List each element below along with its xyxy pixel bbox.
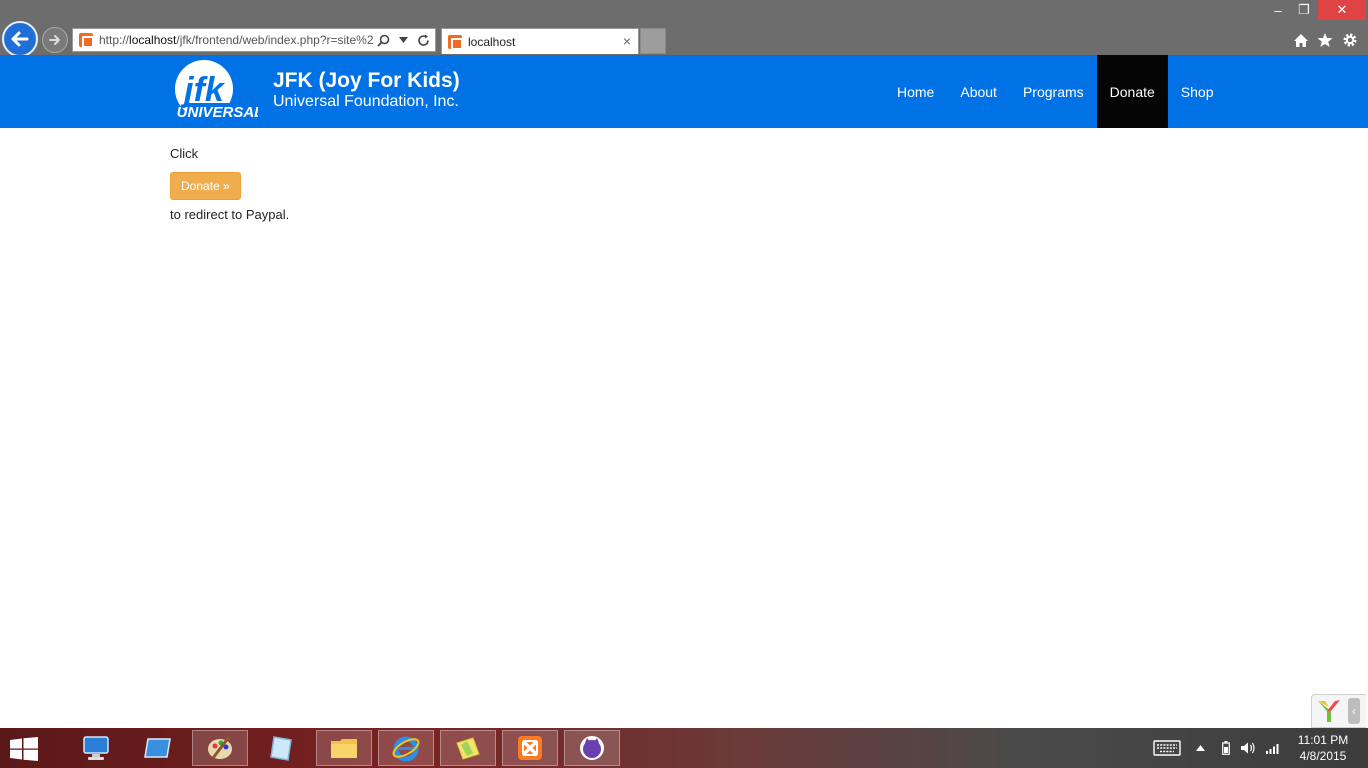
new-tab-button[interactable] (640, 28, 666, 54)
taskbar-remote-desktop[interactable] (68, 730, 124, 766)
monitor-icon (83, 736, 109, 760)
close-tab-icon[interactable]: × (620, 33, 634, 49)
dropdown-arrow-icon[interactable] (395, 32, 411, 48)
site-navbar: jfk UNIVERSAL JFK (Joy For Kids) Univers… (0, 55, 1368, 128)
site-favicon-icon (79, 33, 94, 48)
minimize-button[interactable]: – (1266, 0, 1290, 20)
window-icon (144, 738, 171, 758)
taskbar-github[interactable] (564, 730, 620, 766)
yii-debug-toolbar[interactable]: ‹ (1311, 694, 1366, 728)
address-bar[interactable]: http://localhost/jfk/frontend/web/index.… (72, 28, 436, 52)
nav-shop[interactable]: Shop (1168, 55, 1227, 128)
search-icon[interactable] (375, 32, 391, 48)
click-text: Click (170, 146, 199, 161)
arrow-left-icon (11, 31, 29, 47)
close-window-button[interactable]: ✕ (1318, 0, 1366, 20)
touch-keyboard-icon[interactable] (1150, 728, 1184, 768)
arrow-right-icon (49, 35, 60, 45)
folder-icon (331, 739, 357, 758)
chevron-left-icon[interactable]: ‹ (1348, 698, 1360, 724)
brand-subtitle: Universal Foundation, Inc. (273, 93, 459, 110)
taskbar-file-explorer[interactable] (316, 730, 372, 766)
taskbar-paint[interactable] (192, 730, 248, 766)
browser-tab[interactable]: localhost × (441, 28, 639, 54)
internet-explorer-icon (392, 736, 420, 762)
browser-chrome: http://localhost/jfk/frontend/web/index.… (0, 0, 1368, 57)
favorites-star-icon[interactable] (1314, 29, 1336, 51)
yii-logo-icon (1318, 700, 1340, 722)
nav-donate[interactable]: Donate (1096, 55, 1168, 128)
nav-about[interactable]: About (947, 55, 1010, 128)
octocat-icon (580, 736, 604, 760)
home-icon[interactable] (1290, 29, 1312, 51)
windows-taskbar: 11:01 PM 4/8/2015 (0, 728, 1368, 768)
taskbar-app-blue[interactable] (130, 730, 186, 766)
volume-icon[interactable] (1238, 728, 1258, 768)
donate-button[interactable]: Donate » (170, 172, 241, 200)
tab-favicon-icon (448, 34, 463, 50)
refresh-icon[interactable] (415, 32, 431, 48)
sticky-note-icon (456, 737, 480, 760)
main-nav: Home About Programs Donate Shop (884, 55, 1227, 128)
logo-subtext: UNIVERSAL (177, 104, 258, 121)
palette-icon (208, 736, 232, 759)
windows-logo-icon (10, 737, 38, 761)
show-hidden-icons-icon[interactable] (1192, 728, 1208, 768)
jfk-logo[interactable]: jfk UNIVERSAL (172, 59, 263, 123)
brand-title[interactable]: JFK (Joy For Kids) (273, 69, 460, 93)
taskbar-sticky-notes[interactable] (440, 730, 496, 766)
taskbar-xampp[interactable] (502, 730, 558, 766)
taskbar-internet-explorer[interactable] (378, 730, 434, 766)
tab-title: localhost (468, 34, 516, 49)
back-button[interactable] (2, 21, 38, 57)
notebook-icon (270, 736, 292, 761)
network-signal-icon[interactable] (1262, 728, 1284, 768)
battery-icon[interactable] (1218, 728, 1234, 768)
main-content: Click Donate » to redirect to Paypal. (170, 146, 289, 222)
nav-programs[interactable]: Programs (1010, 55, 1097, 128)
redirect-text: to redirect to Paypal. (170, 207, 290, 222)
start-button[interactable] (10, 737, 38, 761)
forward-button[interactable] (42, 27, 68, 53)
taskbar-clock[interactable]: 11:01 PM 4/8/2015 (1290, 732, 1356, 764)
taskbar-notepad[interactable] (254, 730, 310, 766)
clock-date: 4/8/2015 (1299, 749, 1347, 763)
xampp-icon (518, 736, 542, 760)
maximize-button[interactable]: ❐ (1292, 0, 1316, 20)
url-text[interactable]: http://localhost/jfk/frontend/web/index.… (99, 33, 375, 47)
nav-home[interactable]: Home (884, 55, 947, 128)
gear-icon[interactable] (1339, 29, 1361, 51)
clock-time: 11:01 PM (1297, 733, 1349, 747)
